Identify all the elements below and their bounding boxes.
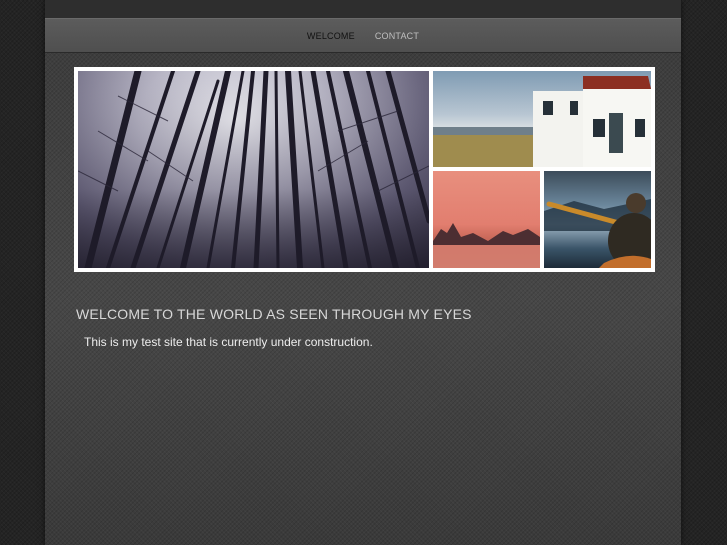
page-heading: WELCOME TO THE WORLD AS SEEN THROUGH MY … (76, 306, 472, 322)
page-container: WELCOME CONTACT WELCOME TO THE WORLD AS … (45, 0, 681, 545)
kayaker-photo (544, 171, 651, 268)
forest-photo (78, 71, 429, 268)
sunset-sea-stacks-photo (433, 171, 540, 268)
nav-welcome-link[interactable]: WELCOME (307, 31, 355, 41)
main-navigation: WELCOME CONTACT (45, 18, 681, 53)
intro-text: This is my test site that is currently u… (84, 335, 373, 349)
nav-contact-link[interactable]: CONTACT (375, 31, 419, 41)
top-strip (45, 0, 681, 18)
photo-banner (74, 67, 655, 272)
lighthouse-photo (433, 71, 651, 167)
